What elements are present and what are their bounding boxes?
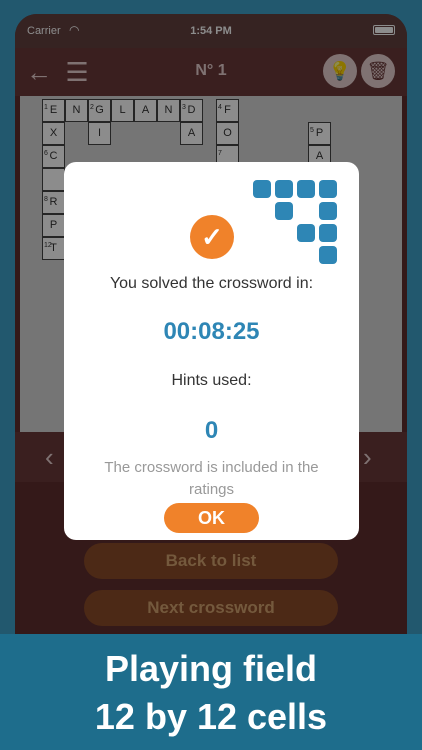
crossword-logo-icon (253, 180, 341, 266)
promo-banner: Playing field 12 by 12 cells (0, 634, 422, 750)
banner-line-2: 12 by 12 cells (94, 696, 328, 737)
hints-label: Hints used: (171, 372, 252, 389)
solved-dialog: ✓ You solved the crossword in: 00:08:25 … (64, 162, 359, 540)
hints-count: 0 (204, 417, 219, 444)
solved-label: You solved the crossword in: (109, 275, 314, 292)
solve-time: 00:08:25 (163, 318, 260, 345)
checkmark-icon: ✓ (190, 215, 234, 259)
banner-line-1: Playing field (104, 648, 318, 689)
ok-button[interactable]: OK (164, 503, 259, 533)
ratings-note: The crossword is included in the ratings (104, 459, 319, 498)
